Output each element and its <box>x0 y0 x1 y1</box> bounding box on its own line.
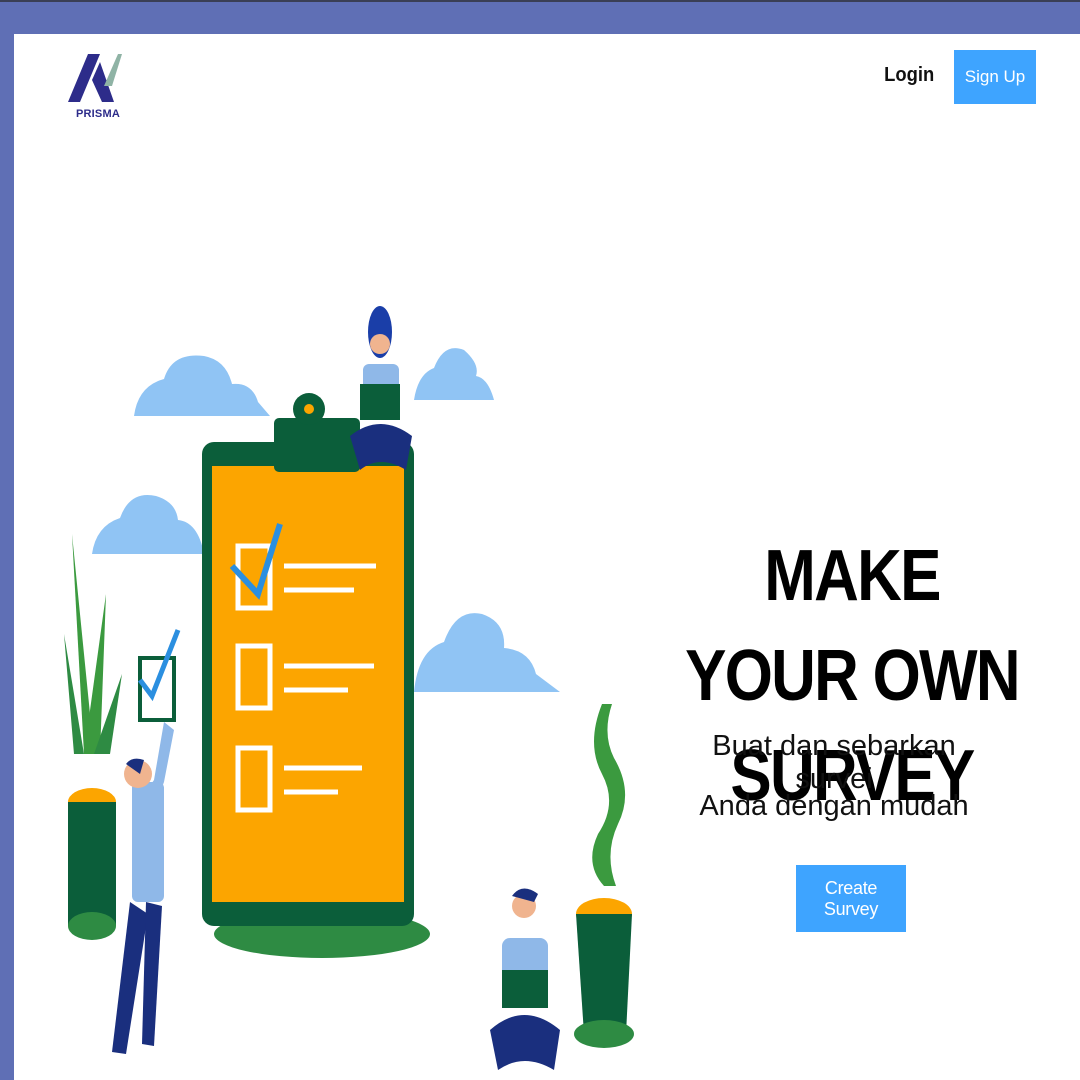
create-survey-button[interactable]: Create Survey <box>796 865 906 932</box>
survey-illustration <box>64 306 634 1070</box>
cloud-icon <box>92 494 204 554</box>
woman-with-laptop-icon <box>350 306 412 470</box>
cloud-icon <box>414 613 560 692</box>
hero-subtitle-line-2: Anda dengan mudah <box>699 790 969 822</box>
hero-subtitle-line-1: Buat dan sebarkan survei <box>712 730 956 795</box>
login-link[interactable]: Login <box>884 64 934 87</box>
plant-icon <box>64 534 122 940</box>
plant-icon <box>574 704 634 1048</box>
signup-button[interactable]: Sign Up <box>954 50 1036 104</box>
cloud-icon <box>134 355 270 416</box>
landing-page: PRISMA Login Sign Up MAKE YOUR OWN SURVE… <box>14 34 1080 1080</box>
hero-title-line-1: MAKE YOUR OWN <box>685 536 1020 716</box>
clipboard-icon <box>202 393 414 926</box>
cloud-icon <box>414 348 494 400</box>
window-top-edge <box>0 0 1080 2</box>
man-holding-checkbox-icon <box>112 629 181 1054</box>
man-with-laptop-icon <box>490 888 560 1070</box>
